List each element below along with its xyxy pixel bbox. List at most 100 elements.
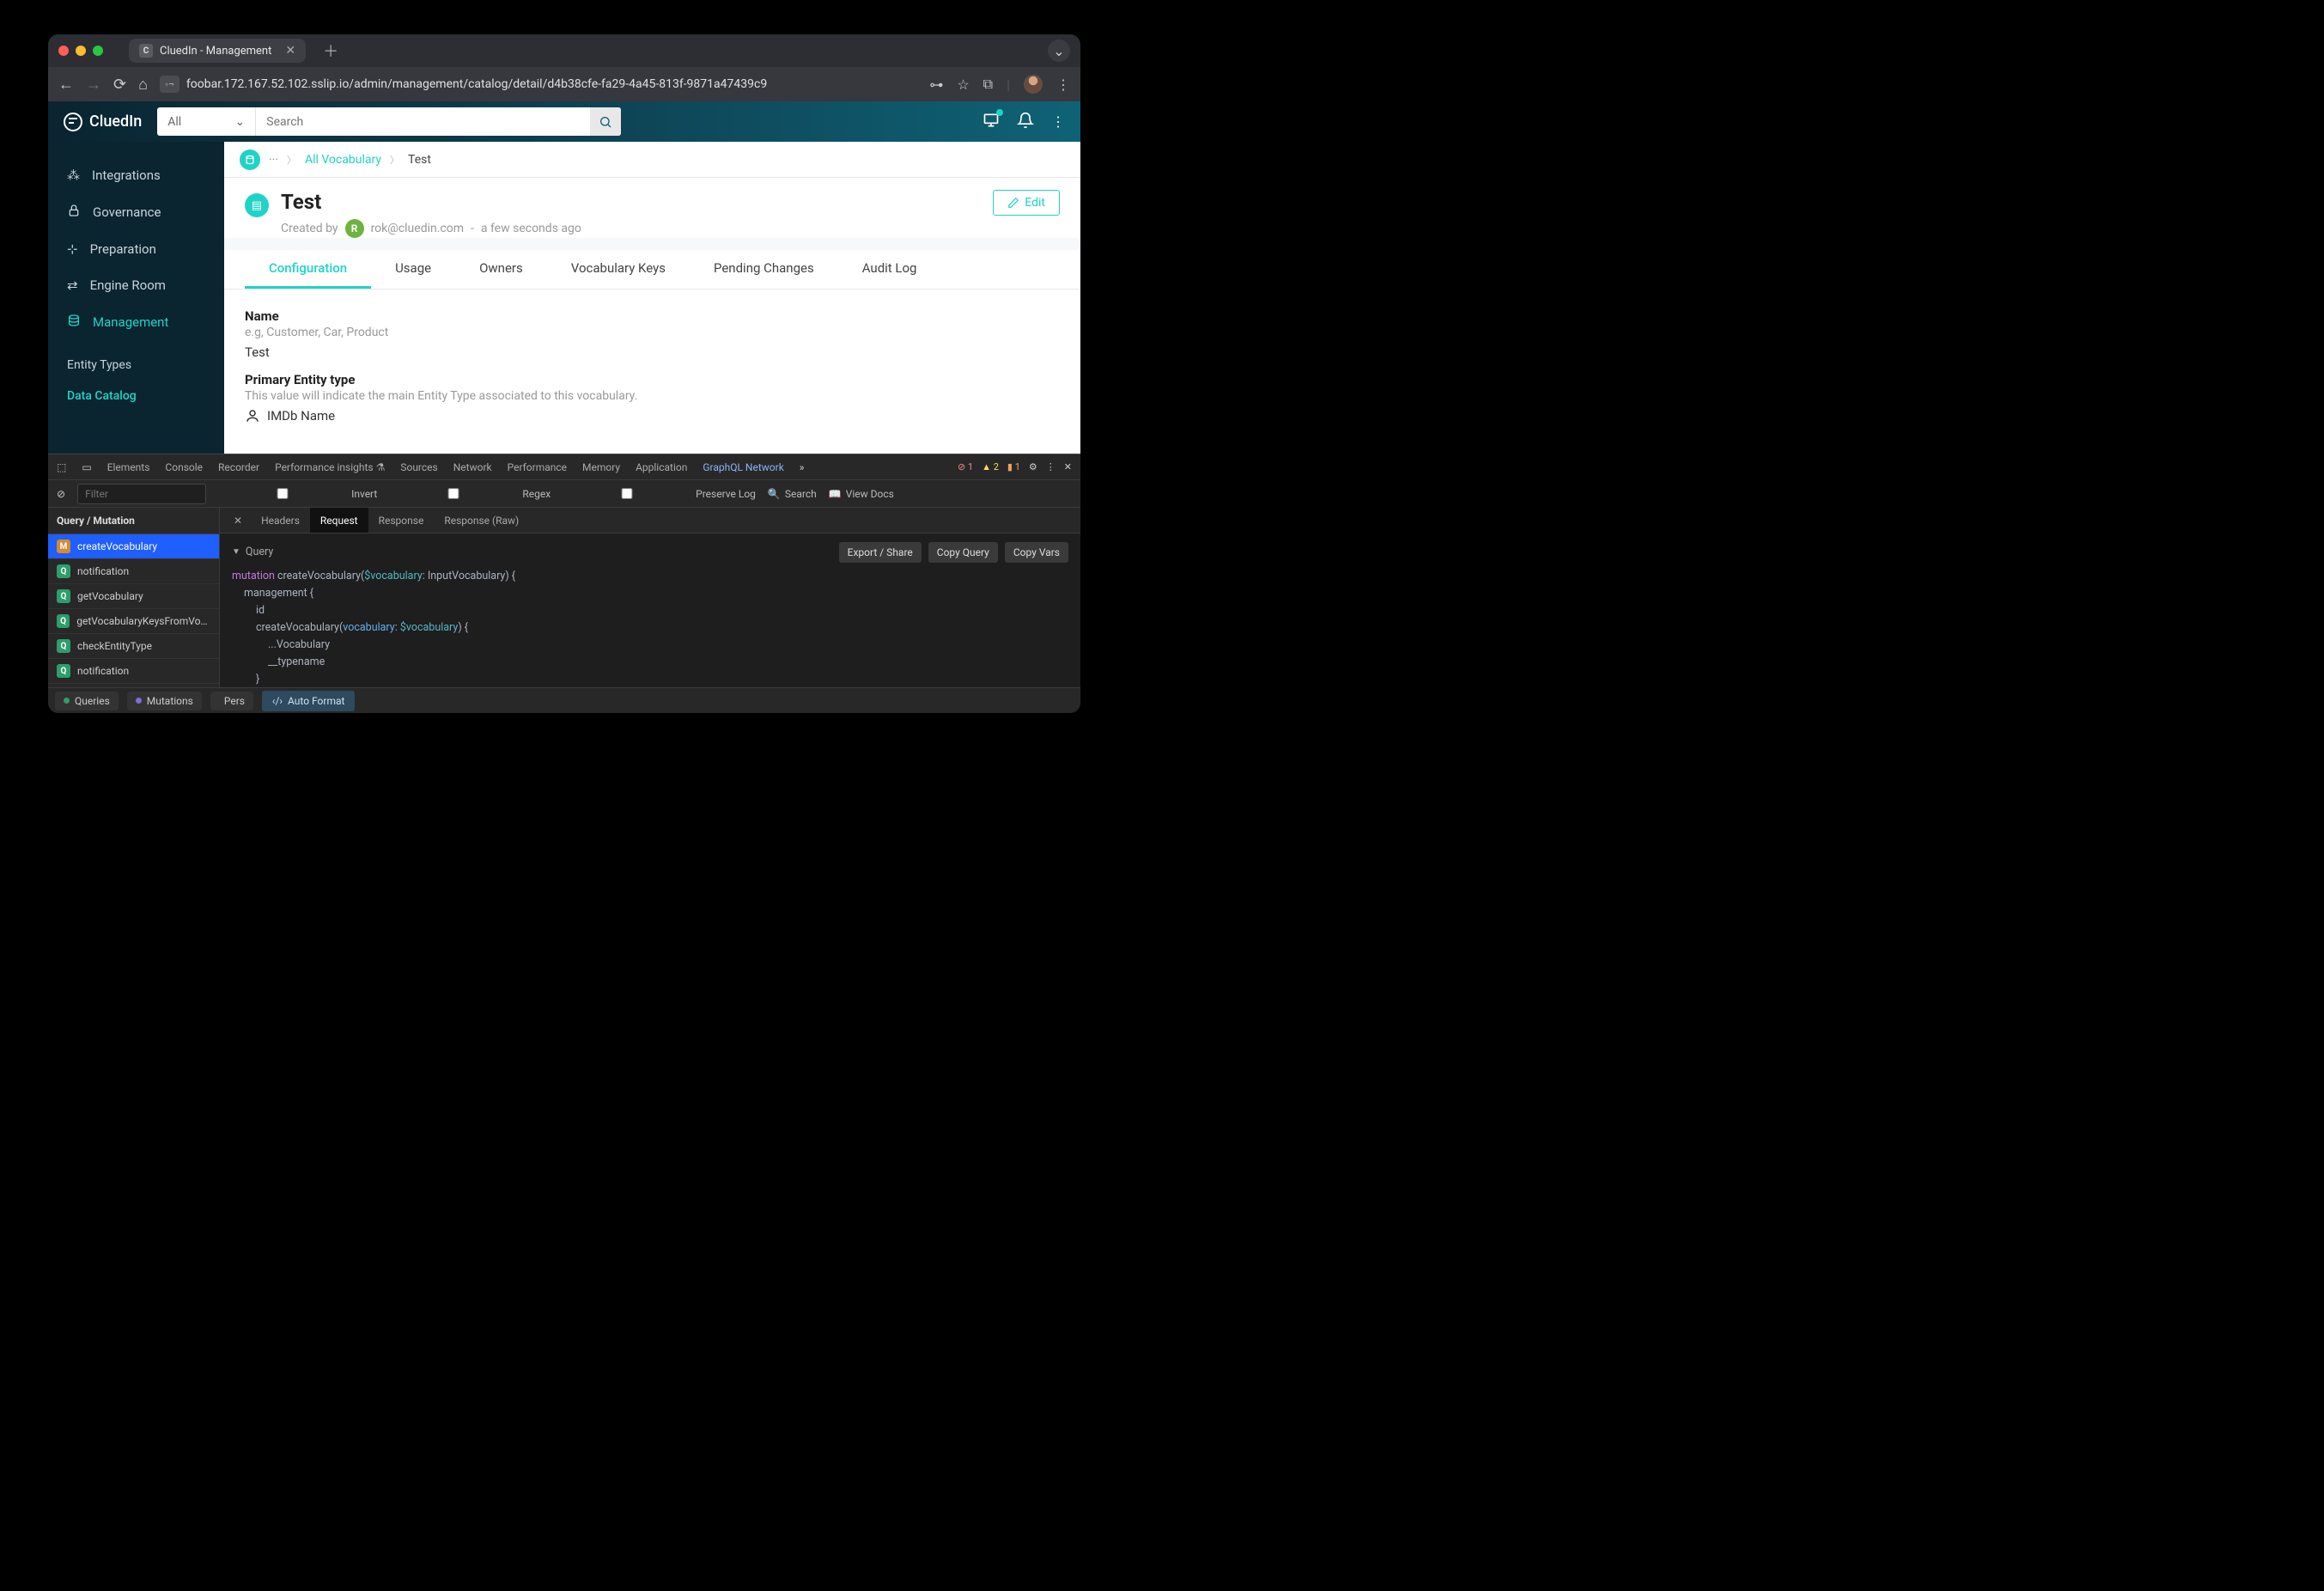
copy-vars-button[interactable]: Copy Vars	[1005, 542, 1068, 563]
site-info-icon[interactable]: ◦¬	[160, 76, 179, 93]
devtools-close-icon[interactable]: ✕	[1064, 461, 1072, 472]
creator-email: rok@cluedin.com	[371, 222, 464, 235]
list-item[interactable]: QgetVocabulary	[48, 584, 219, 609]
search-link[interactable]: 🔍 Search	[768, 488, 817, 500]
home-button[interactable]: ⌂	[138, 76, 148, 94]
devtab-console[interactable]: Console	[165, 461, 203, 473]
devtab-performance[interactable]: Performance	[508, 461, 567, 473]
preserve-log-checkbox[interactable]: Preserve Log	[563, 488, 756, 500]
sidebar-sub-entity-types[interactable]: Entity Types	[48, 350, 224, 381]
field-name-label: Name	[245, 308, 1060, 324]
field-name-value: Test	[245, 344, 1060, 360]
regex-checkbox[interactable]: Regex	[389, 488, 551, 500]
window-menu-button[interactable]: ⌄	[1048, 40, 1070, 62]
query-badge: Q	[57, 639, 70, 653]
export-share-button[interactable]: Export / Share	[839, 542, 922, 563]
auto-format-button[interactable]: ‹/› Auto Format	[262, 691, 356, 711]
sidebar-sub-data-catalog[interactable]: Data Catalog	[48, 381, 224, 411]
query-badge: Q	[57, 614, 70, 628]
maximize-window-button[interactable]	[93, 46, 103, 56]
devtab-elements[interactable]: Elements	[107, 461, 150, 473]
devtab-sources[interactable]: Sources	[400, 461, 437, 473]
clear-icon[interactable]: ⊘	[57, 488, 65, 500]
tab-owners[interactable]: Owners	[455, 250, 547, 289]
search-button[interactable]	[590, 107, 621, 136]
back-button[interactable]: ←	[58, 76, 74, 94]
tab-audit-log[interactable]: Audit Log	[838, 250, 941, 289]
list-item[interactable]: Qnotification	[48, 659, 219, 684]
browser-menu-icon[interactable]: ⋮	[1056, 76, 1070, 93]
list-item[interactable]: QgetVocabularyKeysFromVocab	[48, 609, 219, 634]
extensions-icon[interactable]: ⧉	[983, 76, 993, 93]
list-item[interactable]: QcheckEntityType	[48, 634, 219, 659]
chip-mutations[interactable]: Mutations	[127, 692, 202, 710]
breadcrumb-link[interactable]: All Vocabulary	[305, 153, 381, 167]
sidebar-item-management[interactable]: Management	[48, 303, 224, 341]
app-menu-icon[interactable]: ⋮	[1051, 113, 1065, 130]
app-logo[interactable]: CluedIn	[64, 113, 142, 131]
devtab-graphql-network[interactable]: GraphQL Network	[703, 461, 783, 473]
chip-pers[interactable]: Pers	[210, 692, 253, 710]
subtab-response-raw[interactable]: Response (Raw)	[434, 508, 529, 533]
search-input[interactable]	[256, 107, 590, 136]
list-item[interactable]: McreateVocabulary	[48, 534, 219, 559]
list-item[interactable]: Qnotification	[48, 559, 219, 584]
inspect-icon[interactable]: ⬚	[57, 461, 66, 473]
new-tab-button[interactable]: ＋	[323, 40, 338, 62]
tab-vocabulary-keys[interactable]: Vocabulary Keys	[547, 250, 690, 289]
monitor-icon[interactable]	[983, 112, 1000, 132]
notifications-icon[interactable]	[1017, 112, 1034, 132]
warning-count[interactable]: ▲ 2	[982, 461, 999, 472]
info-count[interactable]: ▮ 1	[1007, 461, 1020, 472]
browser-tab[interactable]: C CluedIn - Management ✕	[129, 39, 306, 63]
devtab-recorder[interactable]: Recorder	[218, 461, 259, 473]
sidebar-item-engine-room[interactable]: ⇄ Engine Room	[48, 267, 224, 303]
devtab-application[interactable]: Application	[636, 461, 687, 473]
device-icon[interactable]: ▭	[82, 461, 91, 473]
url-field[interactable]: ◦¬ foobar.172.167.52.102.sslip.io/admin/…	[160, 76, 917, 93]
copy-query-button[interactable]: Copy Query	[928, 542, 998, 563]
close-tab-icon[interactable]: ✕	[285, 44, 295, 58]
catalog-icon	[240, 149, 260, 170]
code-block[interactable]: mutation createVocabulary($vocabulary: I…	[232, 568, 1068, 687]
global-search: All ⌄	[157, 107, 621, 136]
devtools-menu-icon[interactable]: ⋮	[1046, 461, 1056, 472]
error-count[interactable]: ⊘ 1	[958, 461, 973, 472]
sidebar-item-label: Management	[93, 314, 168, 330]
edit-button[interactable]: Edit	[993, 190, 1060, 216]
devtab-network[interactable]: Network	[453, 461, 492, 473]
minimize-window-button[interactable]	[76, 46, 86, 56]
sidebar-item-preparation[interactable]: ⊹ Preparation	[48, 231, 224, 267]
query-badge: Q	[57, 589, 70, 603]
browser-window: C CluedIn - Management ✕ ＋ ⌄ ← → ⟳ ⌂ ◦¬ …	[48, 34, 1080, 713]
subtab-request[interactable]: Request	[310, 508, 368, 533]
close-window-button[interactable]	[58, 46, 69, 56]
query-list: Query / Mutation McreateVocabulary Qnoti…	[48, 508, 220, 687]
settings-icon[interactable]: ⚙	[1029, 461, 1037, 472]
breadcrumb-dots[interactable]: ···	[269, 153, 278, 167]
reload-button[interactable]: ⟳	[113, 76, 126, 94]
filter-input[interactable]	[77, 484, 206, 504]
more-tabs-icon[interactable]: »	[800, 461, 805, 473]
tab-configuration[interactable]: Configuration	[245, 250, 371, 289]
collapse-icon[interactable]: ▼	[232, 546, 240, 559]
subtab-headers[interactable]: Headers	[251, 508, 310, 533]
subtab-response[interactable]: Response	[368, 508, 435, 533]
profile-avatar[interactable]	[1024, 75, 1043, 94]
sidebar-item-governance[interactable]: Governance	[48, 193, 224, 231]
bookmark-icon[interactable]: ☆	[957, 76, 969, 93]
chip-queries[interactable]: Queries	[55, 692, 119, 710]
password-icon[interactable]: ⊶	[929, 76, 943, 93]
detail-subtabs: ✕ Headers Request Response Response (Raw…	[220, 508, 1080, 533]
search-scope-dropdown[interactable]: All ⌄	[157, 107, 256, 136]
invert-checkbox[interactable]: Invert	[218, 488, 377, 500]
close-detail-icon[interactable]: ✕	[225, 515, 251, 527]
lock-icon	[67, 204, 81, 221]
devtab-perf-insights[interactable]: Performance insights ⚗	[275, 461, 385, 473]
view-docs-link[interactable]: 📖 View Docs	[829, 488, 894, 500]
tab-pending-changes[interactable]: Pending Changes	[690, 250, 838, 289]
forward-button[interactable]: →	[86, 76, 101, 94]
devtab-memory[interactable]: Memory	[582, 461, 620, 473]
sidebar-item-integrations[interactable]: ⁂ Integrations	[48, 157, 224, 193]
tab-usage[interactable]: Usage	[371, 250, 455, 289]
